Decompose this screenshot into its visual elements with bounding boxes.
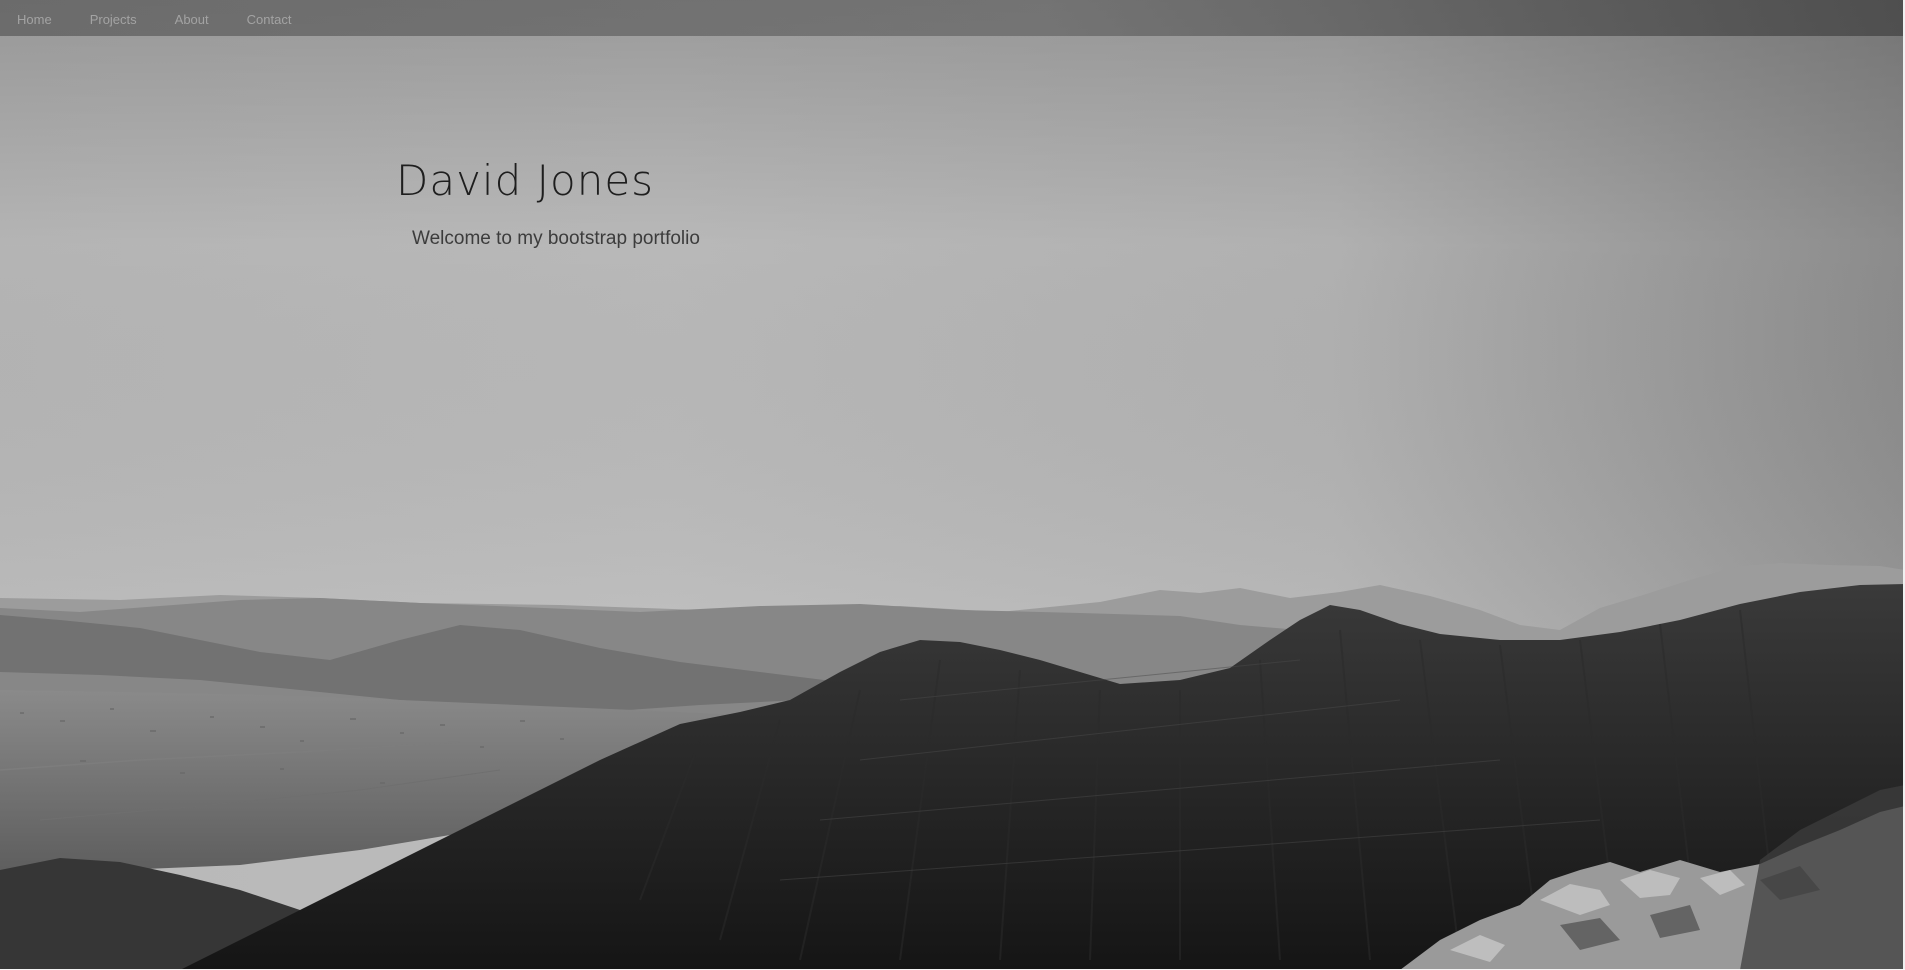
nav-item-home: Home [17, 9, 52, 28]
nav-item-contact: Contact [247, 9, 292, 28]
nav-link-home[interactable]: Home [17, 12, 52, 27]
hero-subtitle: Welcome to my bootstrap portfolio [412, 228, 700, 250]
page-title: David Jones [396, 156, 655, 205]
hero-intro: David Jones Welcome to my bootstrap port… [396, 156, 700, 250]
top-navbar: Home Projects About Contact [0, 0, 1905, 36]
hero-section [0, 0, 1905, 970]
nav-link-about[interactable]: About [175, 12, 209, 27]
nav-item-projects: Projects [90, 9, 137, 28]
hero-background-image [0, 0, 1905, 970]
nav-link-contact[interactable]: Contact [247, 12, 292, 27]
nav-list: Home Projects About Contact [0, 0, 1905, 36]
nav-link-projects[interactable]: Projects [90, 12, 137, 27]
page: Home Projects About Contact David Jones … [0, 0, 1905, 970]
nav-item-about: About [175, 9, 209, 28]
